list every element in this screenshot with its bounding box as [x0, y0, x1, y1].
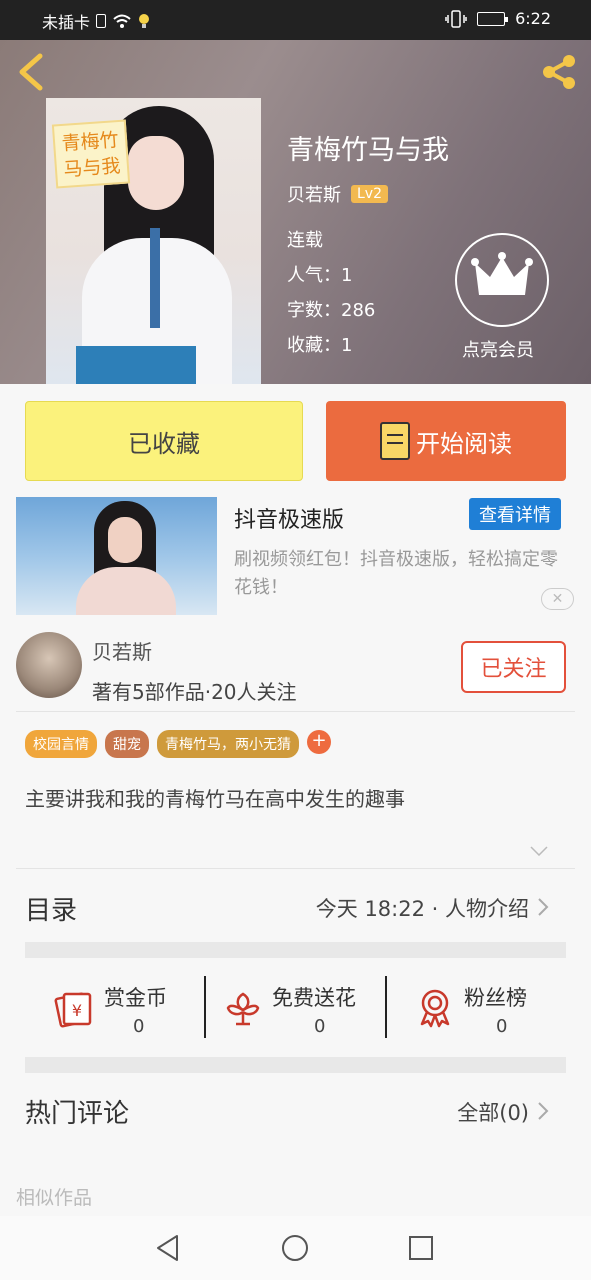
follow-button[interactable]: 已关注: [461, 641, 566, 693]
chevron-down-icon[interactable]: [530, 846, 548, 856]
vip-button[interactable]: [455, 233, 549, 327]
clock: 6:22: [515, 9, 551, 28]
cover-figure-skirt: [76, 346, 196, 384]
flower-icon: [226, 992, 260, 1026]
start-reading-button[interactable]: 开始阅读: [326, 401, 566, 481]
hot-comments-label: 热门评论: [25, 1099, 130, 1129]
cover-figure-face: [128, 136, 184, 210]
ad-title[interactable]: 抖音极速版: [234, 502, 344, 534]
similar-works-label: 相似作品: [16, 1187, 93, 1209]
synopsis: 主要讲我和我的青梅竹马在高中发生的趣事: [25, 787, 405, 811]
author-avatar[interactable]: [16, 632, 82, 698]
vip-label[interactable]: 点亮会员: [462, 336, 534, 362]
lightbulb-icon: [139, 14, 150, 28]
red-envelope-icon: ¥: [54, 992, 92, 1028]
level-badge: Lv2: [351, 185, 388, 203]
popularity-stat: 人气：1: [287, 265, 353, 286]
battery-icon: [477, 11, 509, 26]
vibrate-icon: [445, 9, 467, 28]
svg-text:¥: ¥: [72, 1001, 82, 1020]
crown-icon: [471, 252, 533, 295]
latest-chapter[interactable]: 今天 18:22 · 人物介绍: [316, 893, 529, 923]
ad-person-face: [108, 517, 142, 563]
favorited-button[interactable]: 已收藏: [25, 401, 303, 481]
nav-home-icon[interactable]: [281, 1234, 309, 1262]
author-row: 贝若斯 Lv2: [287, 181, 388, 207]
all-comments-link[interactable]: 全部(0): [457, 1097, 529, 1127]
reward-label: 免费送花: [272, 986, 356, 1010]
divider: [16, 868, 575, 869]
cover-title-label: 青梅竹 马与我: [51, 119, 131, 189]
ad-close-icon[interactable]: ✕: [541, 588, 574, 610]
system-nav-bar: [0, 1216, 591, 1280]
section-divider: [25, 1057, 566, 1073]
book-title: 青梅竹马与我: [287, 135, 449, 166]
author-stats: 著有5部作品·20人关注: [92, 680, 297, 704]
fan-ranking-button[interactable]: 粉丝榜 0: [414, 976, 544, 1040]
tag-list: 校园言情 甜宠 青梅竹马，两小无猜 +: [25, 730, 331, 758]
nav-back-icon[interactable]: [155, 1234, 181, 1262]
send-flower-button[interactable]: 免费送花 0: [222, 976, 372, 1040]
carrier-label: 未插卡: [42, 13, 91, 32]
ad-image[interactable]: [16, 497, 217, 615]
author-name[interactable]: 贝若斯: [92, 636, 152, 665]
tag[interactable]: 甜宠: [105, 730, 149, 758]
divider: [16, 711, 575, 712]
book-header: 青梅竹 马与我 青梅竹马与我 贝若斯 Lv2 连载 人气：1 字数：286 收藏：…: [0, 40, 591, 384]
favorites-stat: 收藏：1: [287, 335, 353, 356]
tag[interactable]: 校园言情: [25, 730, 97, 758]
book-icon: [380, 422, 410, 460]
reward-coins-button[interactable]: ¥ 赏金币 0: [52, 976, 182, 1040]
share-icon[interactable]: [537, 50, 581, 94]
nav-recents-icon[interactable]: [408, 1235, 434, 1261]
wifi-icon: [113, 14, 131, 28]
medal-icon: [420, 989, 450, 1028]
author-link[interactable]: 贝若斯: [287, 181, 341, 207]
status-bar: 未插卡 6:22: [0, 0, 591, 40]
add-tag-icon[interactable]: +: [307, 730, 331, 754]
ad-details-button[interactable]: 查看详情: [469, 498, 561, 530]
reward-label: 赏金币: [104, 986, 167, 1010]
section-divider: [25, 942, 566, 958]
toc-label[interactable]: 目录: [25, 890, 77, 927]
divider: [204, 976, 206, 1038]
chevron-right-icon[interactable]: [537, 1101, 549, 1121]
chevron-right-icon[interactable]: [537, 897, 549, 917]
cover-figure-tie: [150, 228, 160, 328]
sim-icon: [96, 14, 107, 28]
ad-person-body: [76, 567, 176, 615]
reward-value: 0: [314, 1016, 326, 1037]
reward-value: 0: [133, 1016, 145, 1037]
tag[interactable]: 青梅竹马，两小无猜: [157, 730, 299, 758]
serial-status: 连载: [287, 230, 323, 251]
word-count-stat: 字数：286: [287, 300, 376, 321]
book-cover[interactable]: 青梅竹 马与我: [46, 98, 261, 384]
ad-description: 刷视频领红包！抖音极速版，轻松搞定零花钱！: [234, 549, 558, 598]
back-arrow-icon[interactable]: [14, 52, 48, 92]
reward-value: 0: [496, 1016, 508, 1037]
divider: [385, 976, 387, 1038]
reward-label: 粉丝榜: [464, 986, 527, 1010]
